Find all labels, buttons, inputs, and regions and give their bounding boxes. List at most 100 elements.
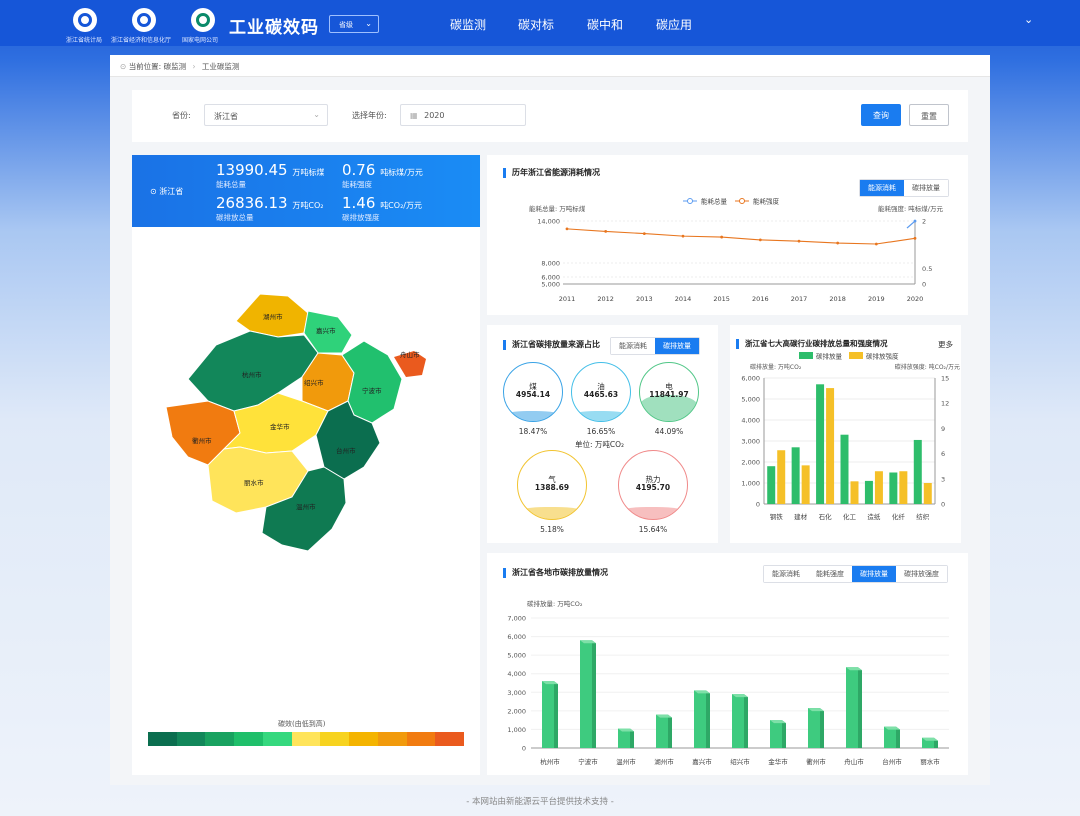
bar-emission	[816, 384, 825, 504]
source-bubble[interactable]: 油 4465.63	[571, 362, 631, 422]
bar-city-side	[820, 708, 824, 748]
tab-energy-consumption[interactable]: 能源消耗	[611, 338, 655, 354]
x-tick: 2012	[597, 295, 614, 303]
query-button[interactable]: 查询	[861, 104, 901, 126]
energy-intensity-label: 能耗强度	[342, 180, 372, 189]
y-tick-left: 8,000	[541, 260, 560, 268]
energy-intensity-value: 0.76	[342, 161, 376, 179]
series-point-intensity	[604, 229, 608, 233]
level-select-value: 省级	[339, 21, 353, 29]
x-tick: 化纤	[892, 512, 906, 521]
bar-intensity	[826, 388, 835, 504]
map-card: ⊙ 浙江省 13990.45 万吨标煤 能耗总量 0.76 吨标煤/万元 能耗强…	[132, 155, 480, 775]
industry-chart: 碳排放量 碳排放强度碳排放量: 万吨CO₂ 碳排放强度: 吨CO₂/万元 0 1,000…	[741, 352, 960, 522]
bar-emission	[767, 466, 776, 504]
breadcrumb-item-monitor[interactable]: 碳监测	[164, 62, 187, 71]
chevron-down-icon: ⌄	[313, 110, 320, 119]
x-tick: 2020	[907, 295, 924, 303]
logo-caption: 国家电网公司	[182, 37, 219, 44]
logo-caption: 浙江省经济和信息化厅	[111, 37, 172, 44]
bar-emission	[913, 439, 922, 504]
source-percent: 15.64%	[638, 525, 668, 534]
legend-swatch	[234, 732, 263, 746]
x-tick: 2015	[713, 295, 730, 303]
source-value: 4954.14	[515, 390, 551, 399]
x-tick: 2014	[675, 295, 692, 303]
source-bubble[interactable]: 热力 4195.70	[618, 450, 688, 520]
filter-panel: 省份: 浙江省 ⌄ 选择年份: ▦ 2020 查询 重置	[132, 90, 968, 142]
carbon-total-unit: 万吨CO₂	[292, 201, 324, 210]
economy-dept-logo-icon[interactable]	[132, 8, 156, 32]
level-select[interactable]: 省级 ⌄	[329, 15, 379, 33]
source-bubble[interactable]: 电 11841.97	[639, 362, 699, 422]
energy-total: 13990.45 万吨标煤	[216, 161, 324, 179]
map-label-ningbo: 宁波市	[362, 386, 382, 395]
top-bar: 浙江省统计局 浙江省经济和信息化厅 国家电网公司 工业碳效码 省级 ⌄ 碳监测 …	[0, 0, 1080, 46]
map-label-jiaxing: 嘉兴市	[316, 326, 336, 335]
province-select[interactable]: 浙江省 ⌄	[204, 104, 328, 126]
legend-marker	[739, 198, 745, 204]
emission-source-card: 浙江省碳排放量来源占比 能源消耗 碳排放量 煤 4954.14 18.47% 油 446…	[487, 325, 718, 543]
x-tick: 钢铁	[770, 512, 784, 521]
map-label-shaoxing: 绍兴市	[304, 378, 324, 387]
series-line-intensity	[566, 228, 916, 245]
reset-button[interactable]: 重置	[909, 104, 949, 126]
y-axis-label-right: 能耗强度: 吨标煤/万元	[878, 204, 943, 213]
y-tick-left: 2,000	[741, 459, 760, 467]
x-tick: 化工	[843, 512, 857, 521]
legend-swatch	[262, 732, 292, 746]
source-percent: 5.18%	[540, 525, 564, 534]
nav-item-neutral[interactable]: 碳中和	[587, 16, 623, 33]
y-tick-right: 15	[941, 375, 949, 383]
bar-intensity	[899, 471, 908, 504]
source-level-fill	[640, 395, 698, 421]
y-axis-label-right: 碳排放强度: 吨CO₂/万元	[895, 363, 960, 371]
y-tick: 2,000	[507, 707, 526, 715]
state-grid-logo-icon[interactable]	[191, 8, 215, 32]
tab-carbon-emission[interactable]: 碳排放量	[655, 338, 699, 354]
energy-total-unit: 万吨标煤	[292, 168, 325, 177]
bar-city	[884, 726, 896, 748]
x-tick: 丽水市	[920, 757, 940, 766]
stats-region: ⊙ 浙江省	[150, 186, 183, 197]
nav-item-application[interactable]: 碳应用	[656, 16, 692, 33]
energy-history-card: 历年浙江省能源消耗情况 能源消耗 碳排放量 能耗总量: 万吨标煤 能耗强度: 吨标…	[487, 155, 968, 315]
breadcrumb: ⊙ 当前位置: 碳监测 › 工业碳监测	[110, 55, 990, 77]
stats-bureau-logo-icon[interactable]	[73, 8, 97, 32]
y-tick-right: 12	[941, 400, 949, 408]
city-chart: 碳排放量: 万吨CO₂ 0 1,000 2,000 3,000 4,000 5,000 6,0…	[507, 599, 949, 766]
x-tick: 台州市	[882, 757, 902, 766]
map-label-huzhou: 湖州市	[263, 312, 283, 321]
bar-emission	[840, 434, 849, 504]
footer-text: - 本网站由新能源云平台提供技术支持 -	[466, 797, 614, 807]
legend-swatch	[849, 352, 863, 359]
year-picker[interactable]: ▦ 2020	[400, 104, 526, 126]
map-label-hangzhou: 杭州市	[242, 370, 262, 379]
y-tick-right: 0	[941, 501, 945, 509]
source-bubble[interactable]: 煤 4954.14	[503, 362, 563, 422]
bar-city	[542, 681, 554, 748]
y-tick-left: 6,000	[741, 375, 760, 383]
bar-city	[846, 667, 858, 748]
bar-intensity	[801, 465, 810, 504]
bar-city	[656, 714, 668, 748]
legend-swatch	[799, 352, 813, 359]
y-tick-left: 5,000	[741, 396, 760, 404]
bar-intensity	[850, 481, 859, 504]
source-bubble[interactable]: 气 1388.69	[517, 450, 587, 520]
bar-emission	[889, 472, 898, 504]
bar-emission	[864, 480, 873, 504]
chevron-down-icon[interactable]: ⌄	[1024, 13, 1033, 26]
series-point-intensity	[913, 236, 917, 240]
y-tick-left: 5,000	[541, 281, 560, 289]
year-label: 选择年份:	[352, 111, 387, 120]
bar-city	[808, 708, 820, 748]
logo-caption: 浙江省统计局	[66, 37, 103, 44]
carbon-intensity-label: 碳排放强度	[342, 213, 380, 222]
nav-item-benchmark[interactable]: 碳对标	[518, 16, 554, 33]
source-value: 1388.69	[534, 483, 570, 492]
map-label-quzhou: 衢州市	[192, 436, 212, 445]
map-legend-scale	[148, 732, 465, 746]
x-tick: 2017	[791, 295, 808, 303]
nav-item-monitor[interactable]: 碳监测	[450, 16, 486, 33]
